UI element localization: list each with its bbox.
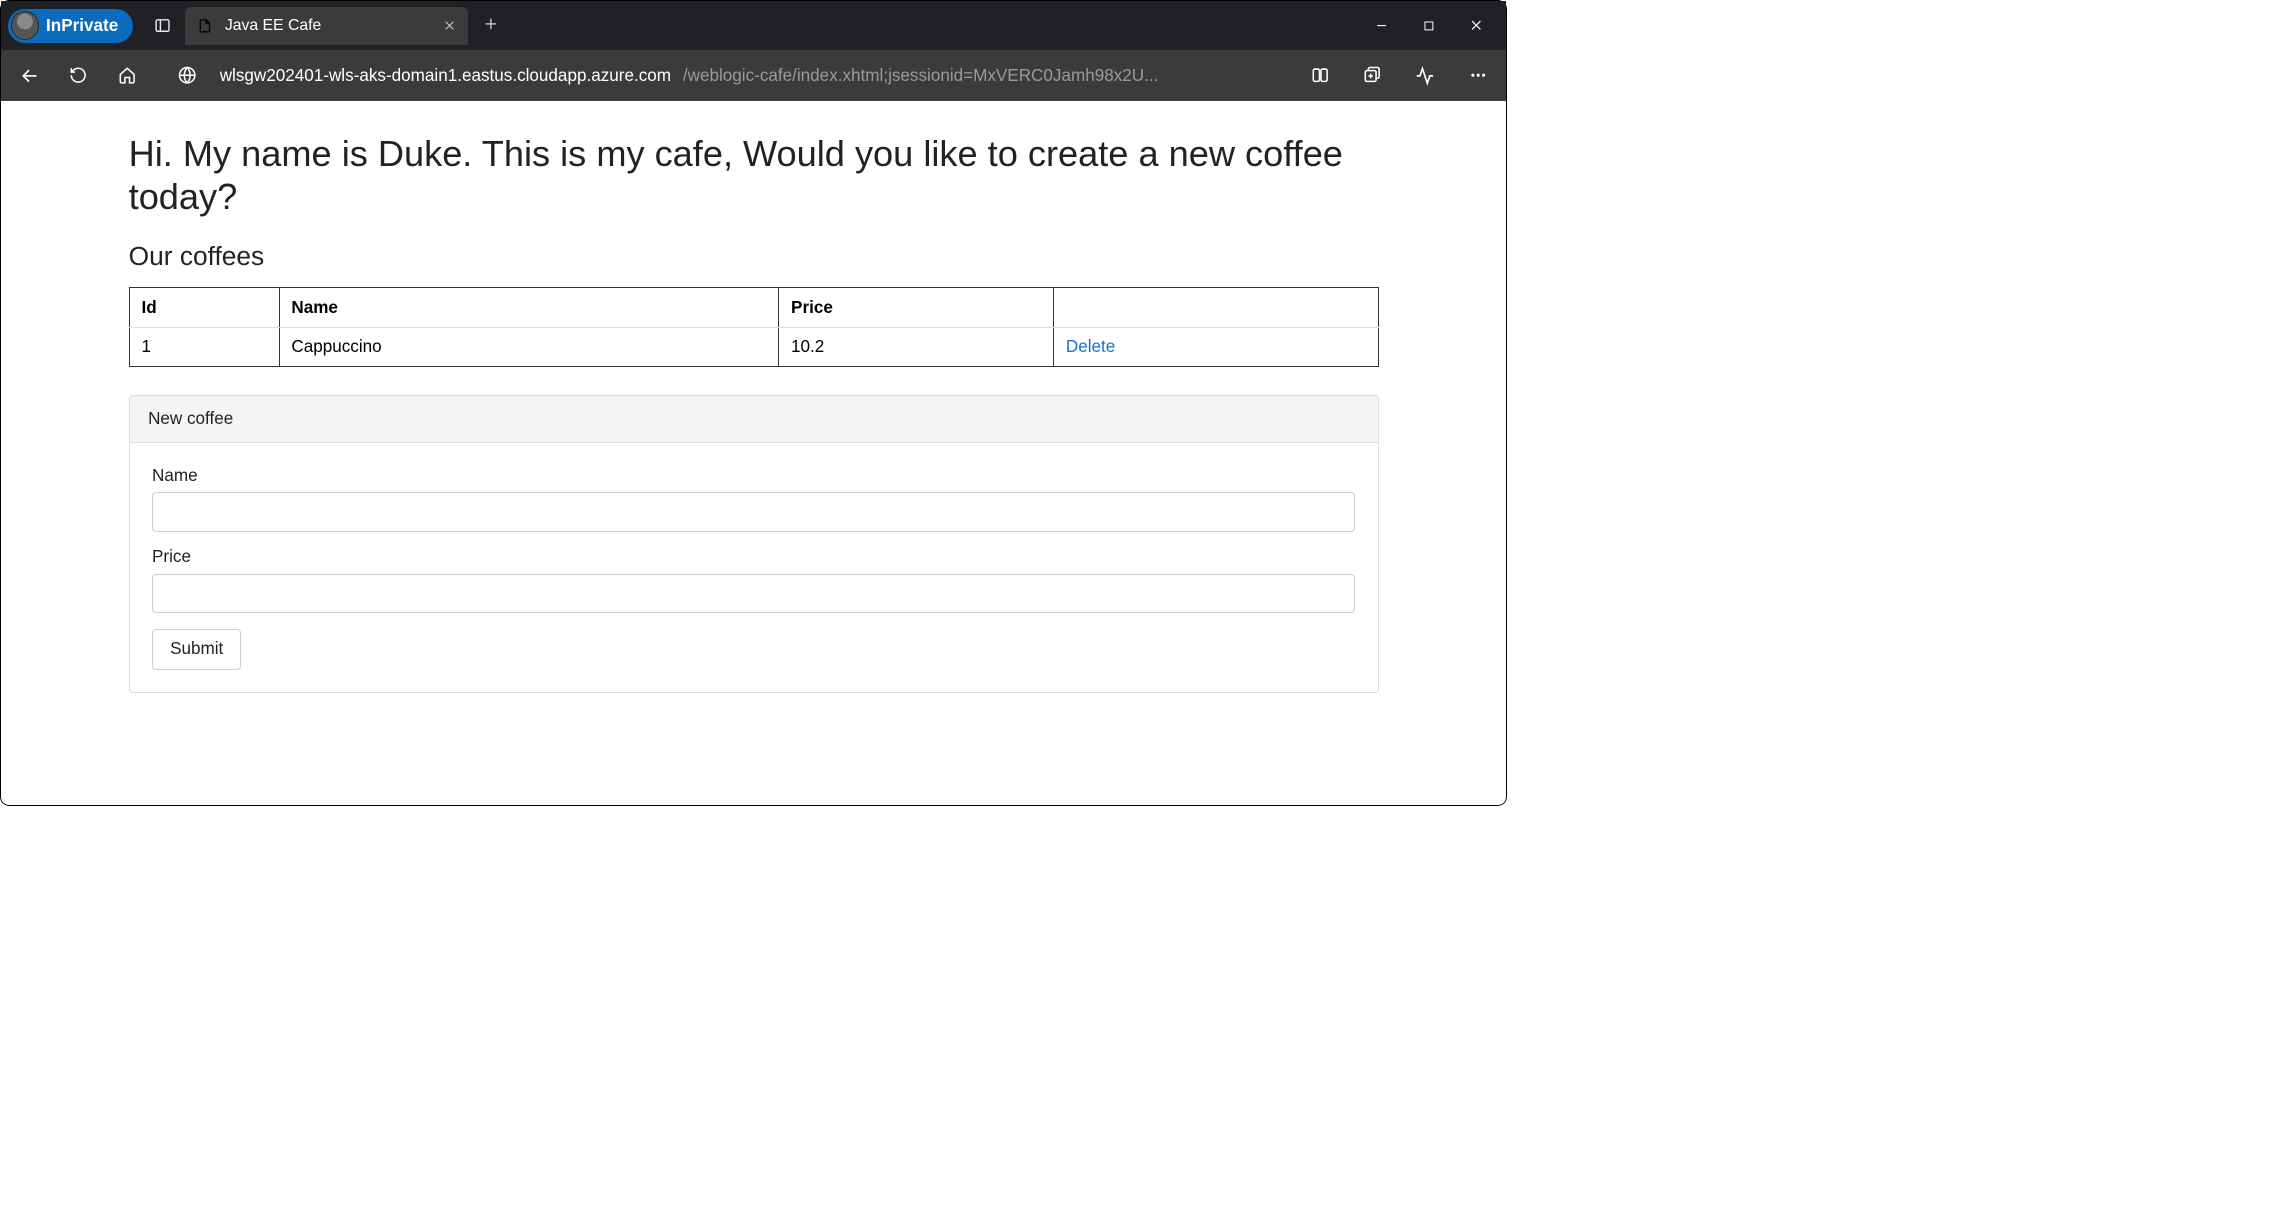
url-host: wlsgw202401-wls-aks-domain1.eastus.cloud… (220, 66, 671, 86)
cell-name: Cappuccino (279, 327, 779, 366)
panel-title: New coffee (130, 396, 1378, 443)
refresh-button[interactable] (62, 59, 95, 92)
cell-price: 10.2 (779, 327, 1054, 366)
coffees-heading: Our coffees (129, 241, 1379, 272)
site-info-icon[interactable] (171, 59, 204, 92)
table-header-row: Id Name Price (129, 288, 1378, 327)
submit-button[interactable]: Submit (152, 629, 241, 669)
col-name: Name (279, 288, 779, 327)
price-input[interactable] (152, 574, 1355, 613)
delete-link[interactable]: Delete (1066, 337, 1115, 356)
col-price: Price (779, 288, 1054, 327)
profile-avatar-icon (11, 11, 40, 40)
table-row: 1 Cappuccino 10.2 Delete (129, 327, 1378, 366)
split-screen-icon[interactable] (1304, 59, 1337, 92)
browser-toolbar: wlsgw202401-wls-aks-domain1.eastus.cloud… (1, 50, 1506, 101)
tab-actions-button[interactable] (145, 7, 182, 44)
new-tab-button[interactable] (483, 15, 499, 37)
window-maximize-button[interactable] (1405, 7, 1452, 44)
url-path: /weblogic-cafe/index.xhtml;jsessionid=Mx… (683, 66, 1159, 86)
more-menu-button[interactable] (1461, 59, 1494, 92)
browser-tab[interactable]: Java EE Cafe (185, 7, 468, 45)
price-label: Price (152, 547, 1355, 567)
back-button[interactable] (13, 59, 46, 92)
inprivate-label: InPrivate (46, 16, 118, 36)
address-bar[interactable]: wlsgw202401-wls-aks-domain1.eastus.cloud… (220, 66, 1270, 86)
page-title: Hi. My name is Duke. This is my cafe, Wo… (129, 133, 1379, 218)
window-minimize-button[interactable] (1357, 7, 1404, 44)
name-label: Name (152, 466, 1355, 486)
window-close-button[interactable] (1452, 7, 1499, 44)
tab-title: Java EE Cafe (225, 17, 322, 35)
new-coffee-panel: New coffee Name Price Submit (129, 395, 1379, 693)
page-viewport: Hi. My name is Duke. This is my cafe, Wo… (1, 101, 1506, 804)
home-button[interactable] (111, 59, 144, 92)
name-input[interactable] (152, 492, 1355, 531)
coffees-table: Id Name Price 1 Cappuccino 10.2 Delete (129, 287, 1379, 367)
performance-icon[interactable] (1409, 59, 1442, 92)
page-icon (197, 18, 213, 34)
tab-close-icon[interactable] (443, 15, 456, 37)
inprivate-badge[interactable]: InPrivate (8, 9, 133, 43)
cell-id: 1 (129, 327, 279, 366)
col-actions (1054, 288, 1379, 327)
browser-titlebar: InPrivate Java EE Cafe (1, 1, 1506, 50)
collections-icon[interactable] (1356, 59, 1389, 92)
col-id: Id (129, 288, 279, 327)
